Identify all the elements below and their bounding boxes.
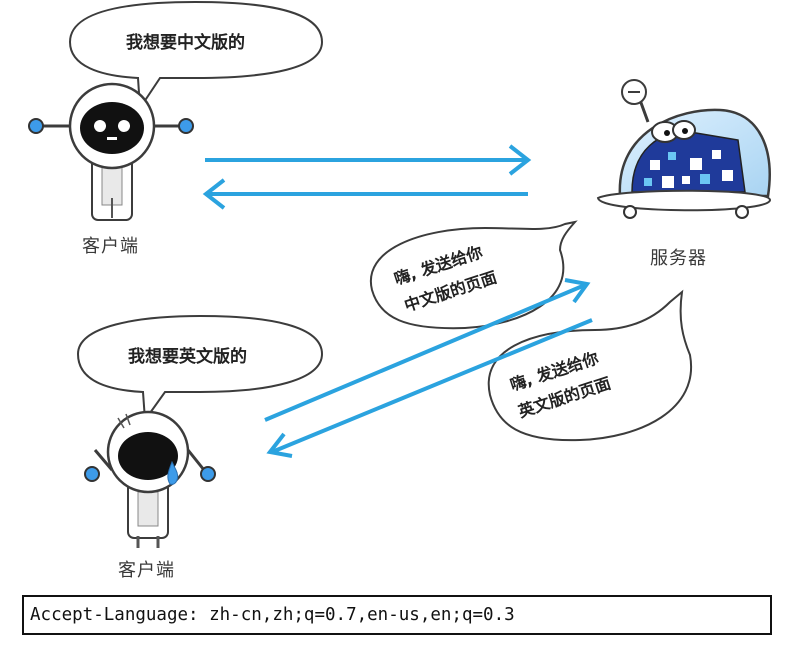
label-client-top: 客户端 <box>82 236 139 257</box>
speech-text-top-client: 我想要中文版的 <box>126 33 245 53</box>
http-content-negotiation-diagram: 我想要中文版的 客户端 服务器 嗨, 发送给你 中文版的页面 嗨, 发送给你 英… <box>0 0 807 590</box>
client-robot-bottom <box>84 410 216 548</box>
speech-text-bottom-client: 我想要英文版的 <box>128 347 247 367</box>
server-robot <box>596 79 772 219</box>
accept-language-header-box: Accept-Language: zh-cn,zh;q=0.7,en-us,en… <box>22 595 772 635</box>
arrow-request-top <box>205 144 532 176</box>
accept-language-header-text: Accept-Language: zh-cn,zh;q=0.7,en-us,en… <box>30 605 515 625</box>
speech-bubble-bottom-client <box>76 314 324 423</box>
label-server: 服务器 <box>650 248 707 269</box>
client-robot-top <box>28 82 194 221</box>
arrow-response-top <box>202 178 528 210</box>
label-client-bottom: 客户端 <box>118 560 175 581</box>
